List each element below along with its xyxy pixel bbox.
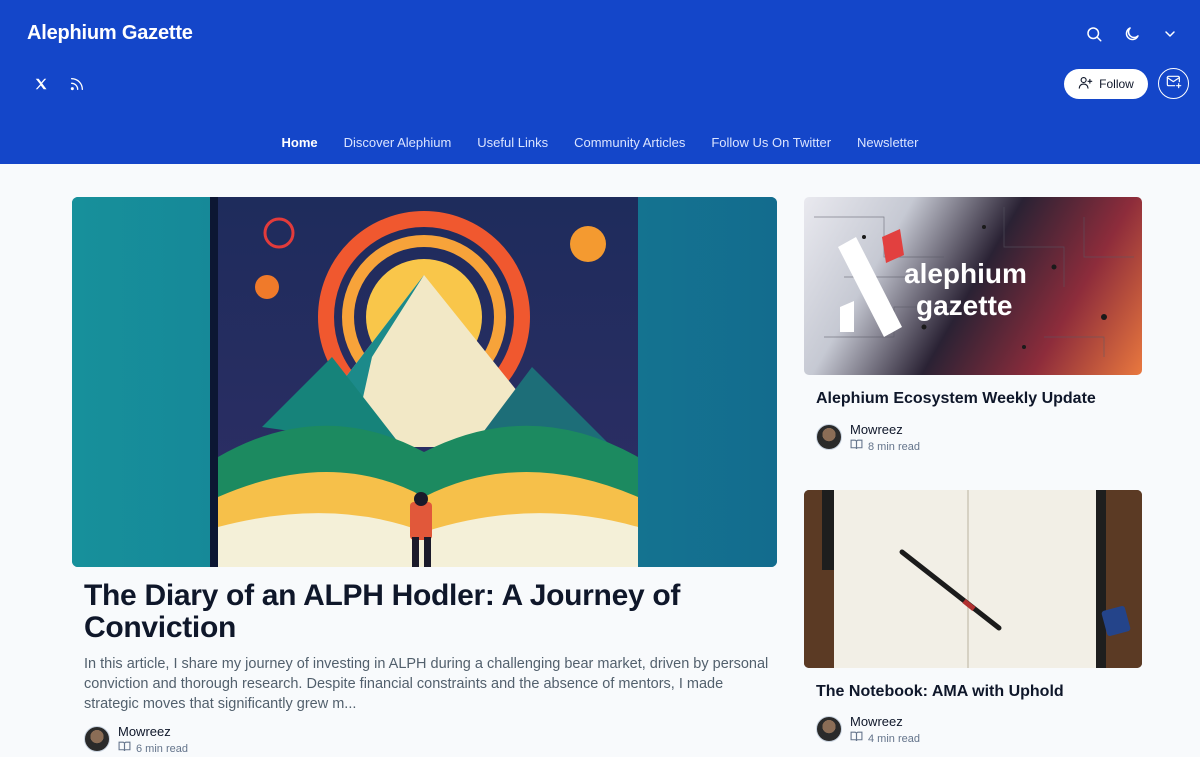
mail-plus-icon [1166,73,1182,94]
avatar[interactable] [816,424,842,450]
newsletter-subscribe-button[interactable] [1158,68,1189,99]
book-icon [118,741,131,757]
nav-item-community-articles[interactable]: Community Articles [574,135,685,150]
author-name[interactable]: Mowreez [850,422,920,437]
post-card-title[interactable]: Alephium Ecosystem Weekly Update [816,390,1096,408]
main-nav: Home Discover Alephium Useful Links Comm… [0,135,1200,150]
nav-item-newsletter[interactable]: Newsletter [857,135,918,150]
read-time-text: 8 min read [868,440,920,453]
moon-icon[interactable] [1120,22,1144,46]
featured-post-title[interactable]: The Diary of an ALPH Hodler: A Journey o… [84,580,764,644]
x-icon[interactable] [31,74,51,94]
add-user-icon [1078,75,1093,93]
nav-item-discover-alephium[interactable]: Discover Alephium [344,135,452,150]
avatar[interactable] [816,716,842,742]
chevron-down-icon[interactable] [1158,22,1182,46]
nav-item-useful-links[interactable]: Useful Links [477,135,548,150]
author-name[interactable]: Mowreez [118,724,188,739]
post-card-meta: Mowreez 4 min read [816,714,920,747]
book-icon [850,731,863,747]
social-links [31,74,87,94]
read-time-text: 6 min read [136,742,188,755]
read-time: 8 min read [850,439,920,455]
rss-icon[interactable] [67,74,87,94]
search-icon[interactable] [1082,22,1106,46]
site-header: Alephium Gazette Follow Home Discover Al… [0,0,1200,164]
read-time: 4 min read [850,731,920,747]
nav-item-home[interactable]: Home [282,135,318,150]
post-card-image[interactable]: alephium gazette [804,197,1142,375]
image-brand-text-1: alephium [904,258,1027,289]
book-icon [850,439,863,455]
post-card-title[interactable]: The Notebook: AMA with Uphold [816,683,1064,701]
header-actions [1082,22,1182,46]
avatar[interactable] [84,726,110,752]
post-card-image[interactable] [804,490,1142,668]
read-time: 6 min read [118,741,188,757]
read-time-text: 4 min read [868,732,920,745]
featured-post-meta: Mowreez 6 min read [84,724,188,757]
featured-post-image[interactable] [72,197,777,567]
site-title[interactable]: Alephium Gazette [27,22,193,45]
nav-item-follow-us-on-twitter[interactable]: Follow Us On Twitter [711,135,831,150]
follow-label: Follow [1099,77,1134,91]
author-name[interactable]: Mowreez [850,714,920,729]
follow-button[interactable]: Follow [1064,69,1148,99]
image-brand-text-2: gazette [916,290,1012,321]
featured-post-excerpt: In this article, I share my journey of i… [84,656,769,712]
post-card-meta: Mowreez 8 min read [816,422,920,455]
